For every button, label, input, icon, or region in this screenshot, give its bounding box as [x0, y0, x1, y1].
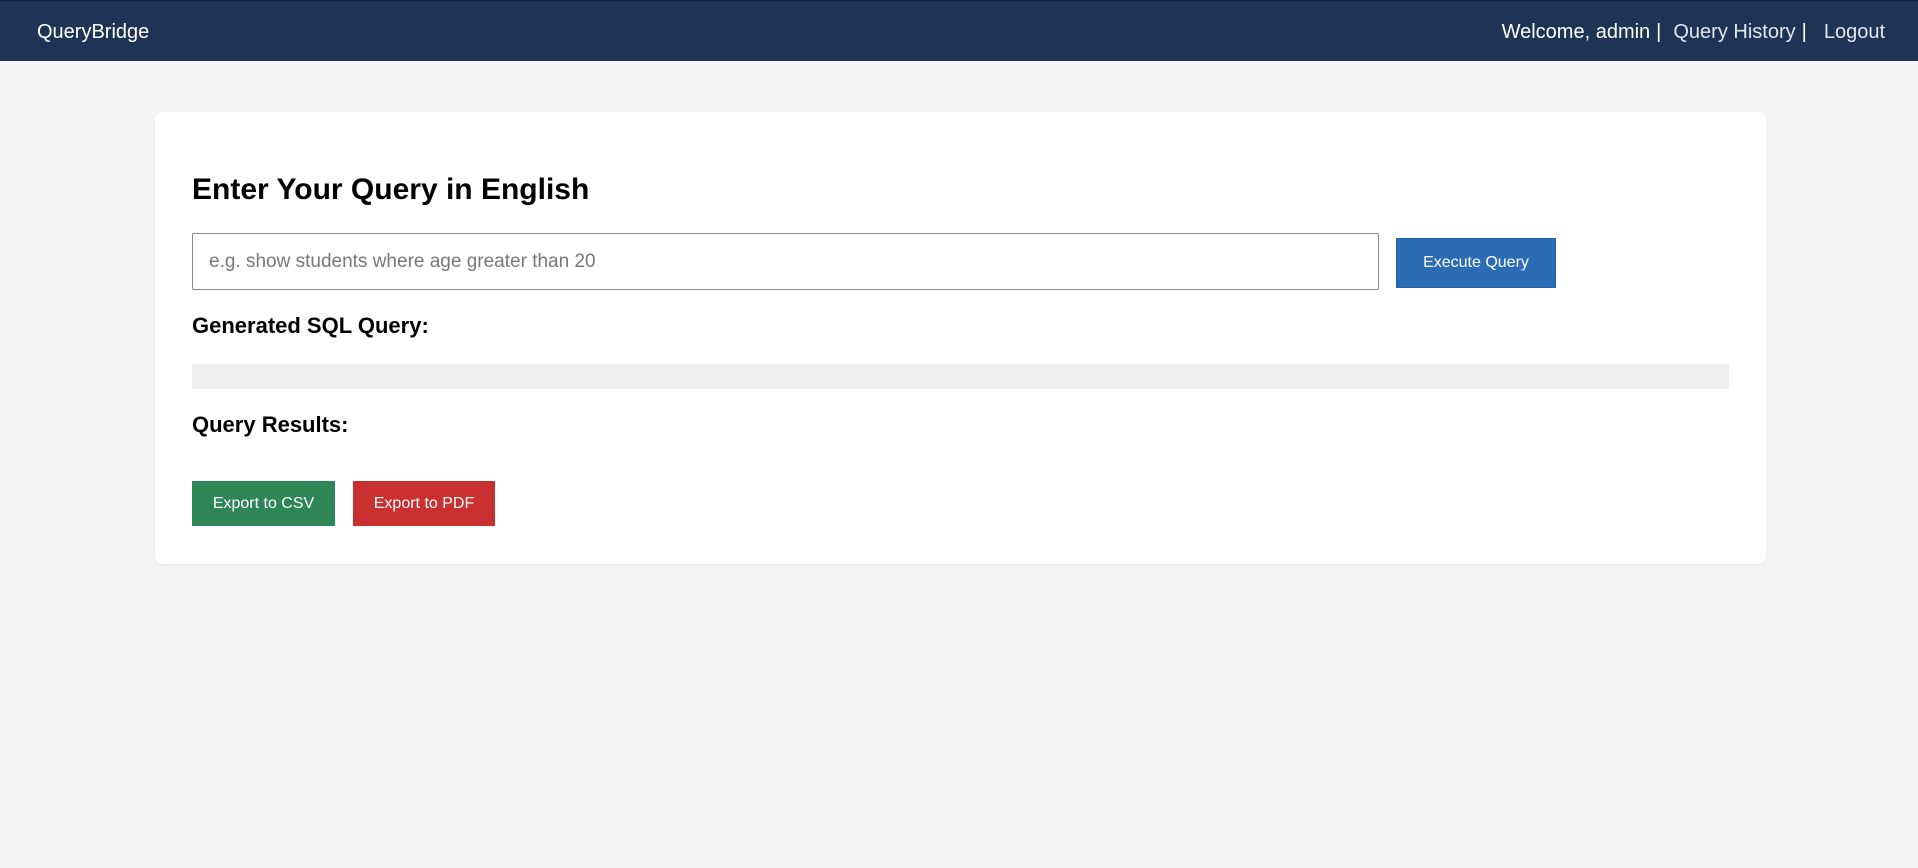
- welcome-text: Welcome, admin: [1501, 21, 1651, 43]
- brand-logo-text[interactable]: QueryBridge: [37, 20, 149, 44]
- query-card: Enter Your Query in English Execute Quer…: [155, 112, 1766, 564]
- export-csv-button[interactable]: Export to CSV: [192, 481, 335, 526]
- export-pdf-button[interactable]: Export to PDF: [353, 481, 495, 526]
- query-history-link[interactable]: Query History: [1673, 20, 1795, 44]
- logout-link[interactable]: Logout: [1824, 20, 1885, 44]
- navbar-user-menu: Welcome, admin | Query History | Logout: [1502, 20, 1885, 44]
- query-results-heading: Query Results:: [192, 412, 349, 437]
- nav-separator: |: [1656, 21, 1662, 43]
- execute-query-button[interactable]: Execute Query: [1396, 238, 1556, 288]
- nav-separator: |: [1801, 21, 1807, 43]
- page-title: Enter Your Query in English: [192, 173, 590, 206]
- natural-language-query-input[interactable]: [192, 233, 1379, 290]
- generated-sql-output: [192, 364, 1729, 389]
- generated-sql-heading: Generated SQL Query:: [192, 313, 429, 338]
- top-navbar: QueryBridge Welcome, admin | Query Histo…: [0, 0, 1918, 61]
